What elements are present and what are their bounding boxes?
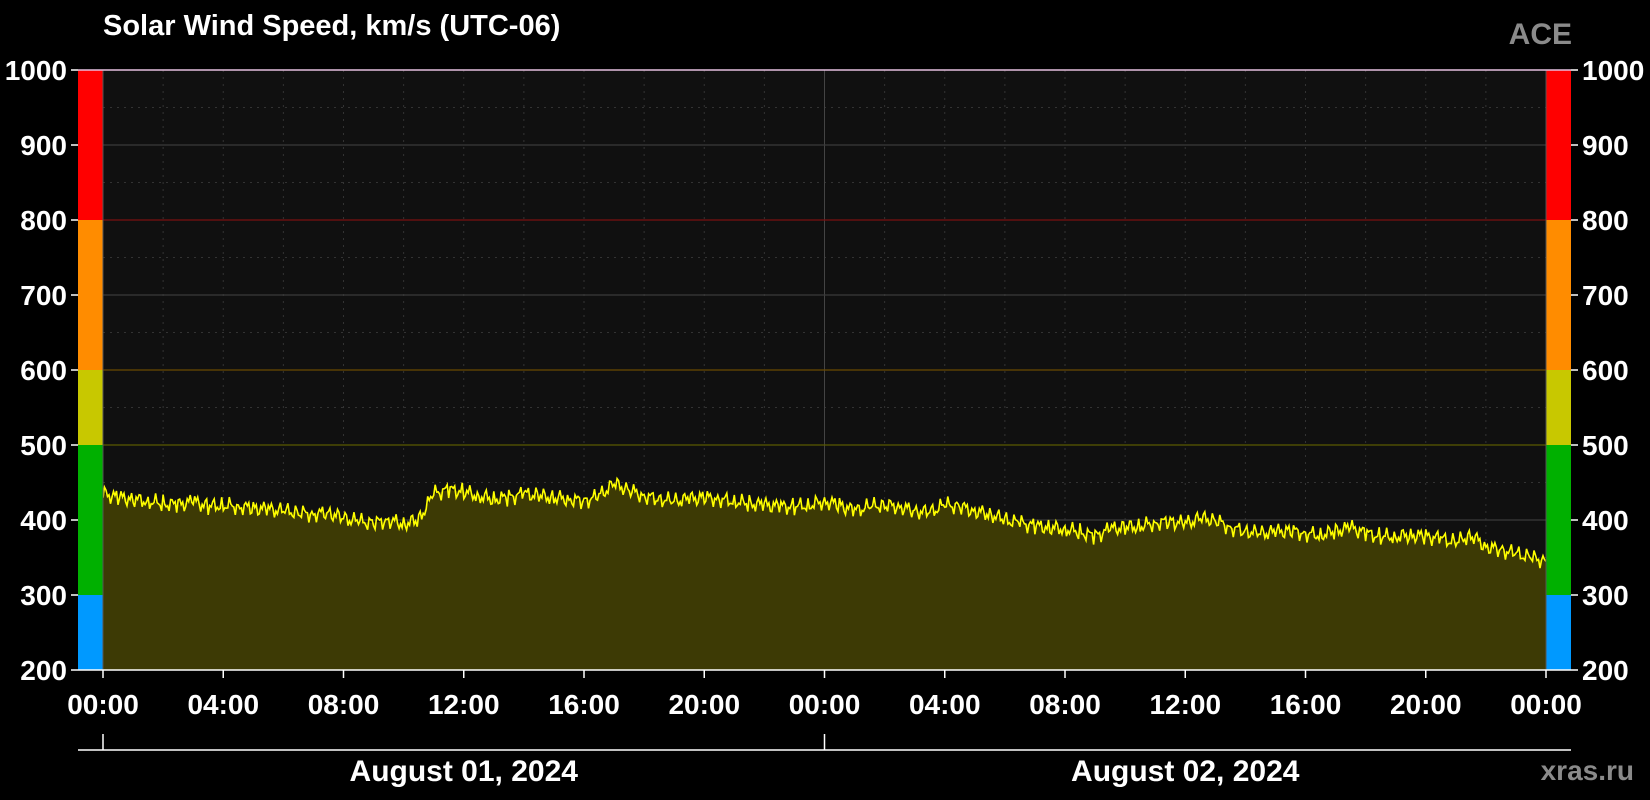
y-tick-label-left: 800 xyxy=(20,205,67,236)
y-tick-label-right: 900 xyxy=(1582,130,1629,161)
x-tick-label: 00:00 xyxy=(67,689,139,720)
y-tick-label-right: 800 xyxy=(1582,205,1629,236)
y-tick-label-right: 400 xyxy=(1582,505,1629,536)
threshold-band-left xyxy=(78,445,103,595)
x-tick-label: 20:00 xyxy=(668,689,740,720)
x-tick-label: 04:00 xyxy=(187,689,259,720)
threshold-band-left xyxy=(78,370,103,445)
x-tick-label: 12:00 xyxy=(1149,689,1221,720)
y-tick-label-left: 700 xyxy=(20,280,67,311)
y-tick-label-right: 300 xyxy=(1582,580,1629,611)
y-tick-label-right: 500 xyxy=(1582,430,1629,461)
threshold-band-right xyxy=(1546,220,1571,370)
solar-wind-chart: 200 200 300 300 400 400 500 500 600 600 700 700 800 8… xyxy=(5,55,1645,788)
y-tick-label-right: 600 xyxy=(1582,355,1629,386)
y-tick-label-left: 300 xyxy=(20,580,67,611)
threshold-band-right xyxy=(1546,445,1571,595)
y-tick-label-right: 1000 xyxy=(1582,55,1644,86)
threshold-band-left xyxy=(78,220,103,370)
x-tick-label: 08:00 xyxy=(308,689,380,720)
x-tick-label: 04:00 xyxy=(909,689,981,720)
x-tick-label: 00:00 xyxy=(789,689,861,720)
x-tick-label: 00:00 xyxy=(1510,689,1582,720)
threshold-band-left xyxy=(78,70,103,220)
y-tick-label-left: 900 xyxy=(20,130,67,161)
y-tick-label-left: 600 xyxy=(20,355,67,386)
x-tick-label: 16:00 xyxy=(1270,689,1342,720)
x-tick-label: 08:00 xyxy=(1029,689,1101,720)
y-tick-label-right: 200 xyxy=(1582,655,1629,686)
x-tick-label: 16:00 xyxy=(548,689,620,720)
y-tick-label-right: 700 xyxy=(1582,280,1629,311)
y-tick-label-left: 200 xyxy=(20,655,67,686)
threshold-band-left xyxy=(78,595,103,670)
x-tick-label: 20:00 xyxy=(1390,689,1462,720)
y-tick-label-left: 1000 xyxy=(5,55,67,86)
threshold-band-right xyxy=(1546,70,1571,220)
x-tick-label: 12:00 xyxy=(428,689,500,720)
threshold-band-right xyxy=(1546,595,1571,670)
y-tick-label-left: 400 xyxy=(20,505,67,536)
y-tick-label-left: 500 xyxy=(20,430,67,461)
threshold-band-right xyxy=(1546,370,1571,445)
date-label: August 02, 2024 xyxy=(1071,755,1300,788)
date-label: August 01, 2024 xyxy=(350,755,579,788)
